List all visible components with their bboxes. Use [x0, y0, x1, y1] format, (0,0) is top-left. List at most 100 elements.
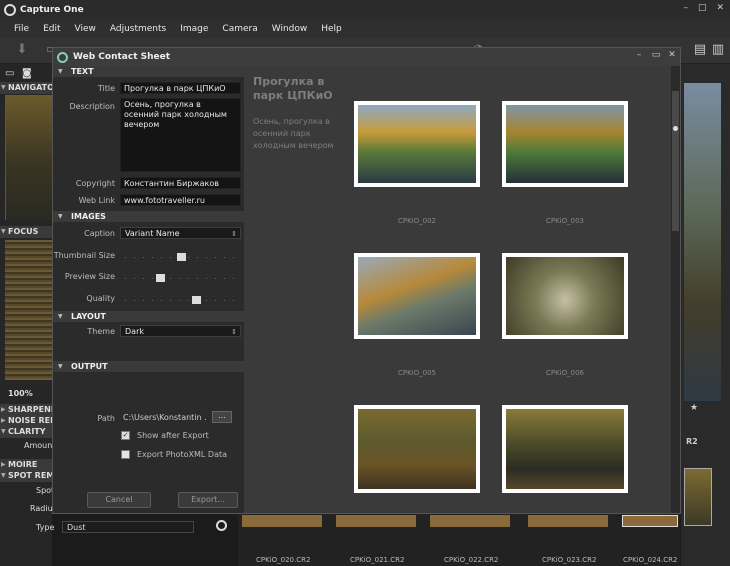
maximize-icon[interactable]: □ — [698, 3, 707, 13]
focus-image — [5, 240, 52, 380]
theme-select[interactable]: Dark — [120, 325, 241, 338]
app-title: Capture One — [20, 4, 84, 15]
thumbnail-caption: CPKiO_006 — [545, 369, 584, 377]
quality-slider[interactable] — [125, 295, 237, 304]
preview-thumbnail[interactable] — [502, 101, 628, 187]
scrollbar-dot-icon — [673, 126, 678, 131]
quality-label: Quality — [86, 294, 115, 303]
menu-image[interactable]: Image — [180, 24, 208, 34]
description-label: Description — [69, 102, 115, 111]
theme-label: Theme — [87, 327, 115, 336]
thumbnail-caption: CPKiO_002 — [397, 217, 436, 225]
zoom-level: 100% — [8, 389, 33, 398]
preview-title: Прогулка в парк ЦПКиО — [253, 75, 333, 102]
rating-star-icon[interactable]: ★ — [690, 403, 698, 413]
text-section-header[interactable]: TEXT — [53, 66, 244, 77]
right-thumbnail[interactable] — [684, 468, 712, 526]
dialog-maximize-icon[interactable]: ▭ — [650, 50, 662, 60]
menu-adjustments[interactable]: Adjustments — [110, 24, 166, 34]
filmstrip-thumb-selected[interactable] — [622, 515, 678, 527]
preview-size-slider[interactable] — [125, 273, 237, 282]
copyright-input[interactable]: Константин Биржаков — [120, 177, 241, 189]
navigator-image — [5, 95, 52, 220]
preview-size-label: Preview Size — [64, 272, 115, 281]
dialog-minimize-icon[interactable]: – — [633, 50, 645, 60]
workspace-icon[interactable]: ▥ — [710, 43, 726, 57]
title-label: Title — [97, 84, 115, 93]
viewer-image — [684, 83, 721, 401]
preview-thumbnail[interactable] — [502, 405, 628, 493]
preview-thumbnail[interactable] — [354, 405, 480, 493]
web-contact-sheet-dialog: Web Contact Sheet – ▭ ✕ TEXT Title Прогу… — [52, 47, 681, 514]
preview-scrollbar[interactable] — [671, 66, 680, 513]
menu-file[interactable]: File — [14, 24, 29, 34]
dialog-title-bar: Web Contact Sheet – ▭ ✕ — [53, 48, 680, 66]
preview-thumbnail[interactable] — [502, 253, 628, 339]
toolbar-menu-icon[interactable]: ▤ — [692, 43, 708, 57]
clarity-header[interactable]: CLARITY — [0, 426, 52, 438]
web-link-label: Web Link — [78, 196, 115, 205]
description-textarea[interactable]: Осень, прогулка в осенний парк холодным … — [120, 98, 241, 172]
filmstrip-label: CPKiO_020.CR2 — [256, 556, 311, 564]
preview-thumbnail[interactable] — [354, 101, 480, 187]
export-button[interactable]: Export... — [178, 492, 238, 508]
filmstrip-thumb[interactable] — [430, 515, 510, 527]
menu-window[interactable]: Window — [272, 24, 308, 34]
export-photoxml-label: Export PhotoXML Data — [137, 450, 228, 459]
close-icon[interactable]: ✕ — [716, 3, 724, 13]
show-after-export-label: Show after Export — [137, 431, 209, 440]
quality-thumb[interactable] — [192, 296, 201, 304]
thumbnail-size-thumb[interactable] — [177, 253, 186, 261]
navigator-header[interactable]: NAVIGATOR — [0, 82, 52, 94]
title-input[interactable]: Прогулка в парк ЦПКиО — [120, 82, 241, 94]
filmstrip-label: CPKiO_021.CR2 — [350, 556, 405, 564]
web-preview: Прогулка в парк ЦПКиО Осень, прогулка в … — [244, 66, 671, 513]
menu-bar: File Edit View Adjustments Image Camera … — [0, 19, 730, 38]
output-section-header[interactable]: OUTPUT — [53, 361, 244, 372]
dialog-title: Web Contact Sheet — [73, 52, 171, 62]
minimize-icon[interactable]: – — [683, 3, 688, 13]
camera-icon[interactable]: ◙ — [22, 68, 32, 79]
filmstrip-thumb[interactable] — [242, 515, 322, 527]
caption-select[interactable]: Variant Name — [120, 227, 241, 240]
menu-edit[interactable]: Edit — [43, 24, 60, 34]
layout-section-header[interactable]: LAYOUT — [53, 311, 244, 322]
menu-camera[interactable]: Camera — [222, 24, 257, 34]
preview-size-thumb[interactable] — [156, 274, 165, 282]
spot-tool-icon[interactable] — [216, 520, 227, 531]
images-section-header[interactable]: IMAGES — [53, 211, 244, 222]
cancel-button[interactable]: Cancel — [87, 492, 151, 508]
folder-icon[interactable]: ▭ — [5, 68, 14, 79]
scrollbar-thumb[interactable] — [672, 91, 679, 231]
filmstrip-label: CPKiO_023.CR2 — [542, 556, 597, 564]
capture-one-logo-icon — [4, 3, 16, 16]
filmstrip-thumb[interactable] — [528, 515, 608, 527]
export-photoxml-checkbox[interactable] — [121, 450, 130, 459]
menu-view[interactable]: View — [75, 24, 96, 34]
thumbnail-caption: CPKiO_005 — [397, 369, 436, 377]
path-value[interactable]: C:\Users\Konstantin ... — [123, 413, 207, 422]
copyright-label: Copyright — [75, 179, 115, 188]
thumbnail-size-slider[interactable] — [125, 252, 237, 261]
browse-button[interactable]: ... — [212, 411, 232, 423]
settings-panel: TEXT Title Прогулка в парк ЦПКиО Descrip… — [53, 66, 244, 513]
menu-help[interactable]: Help — [321, 24, 342, 34]
show-after-export-checkbox[interactable]: ✓ — [121, 431, 130, 440]
preview-description: Осень, прогулка в осенний парк холодным … — [253, 117, 334, 150]
dialog-app-icon — [57, 51, 68, 63]
import-icon[interactable]: ⬇ — [14, 43, 30, 57]
amount-label: Amount — [24, 441, 56, 450]
filmstrip-label: CPKiO_022.CR2 — [444, 556, 499, 564]
dialog-close-icon[interactable]: ✕ — [666, 50, 678, 60]
filmstrip: CPKiO_020.CR2 CPKiO_021.CR2 CPKiO_022.CR… — [238, 513, 680, 566]
path-label: Path — [97, 414, 115, 423]
spot-removal-header[interactable]: SPOT REMOVAL — [0, 470, 52, 482]
preview-thumbnail[interactable] — [354, 253, 480, 339]
right-file-label: R2 — [686, 437, 698, 446]
spot-type-select[interactable]: Dust — [62, 521, 194, 533]
focus-header[interactable]: FOCUS — [0, 226, 52, 238]
filmstrip-thumb[interactable] — [336, 515, 416, 527]
caption-label: Caption — [84, 229, 115, 238]
web-link-input[interactable]: www.fototraveller.ru — [120, 194, 241, 206]
thumbnail-caption: CPKiO_003 — [545, 217, 584, 225]
